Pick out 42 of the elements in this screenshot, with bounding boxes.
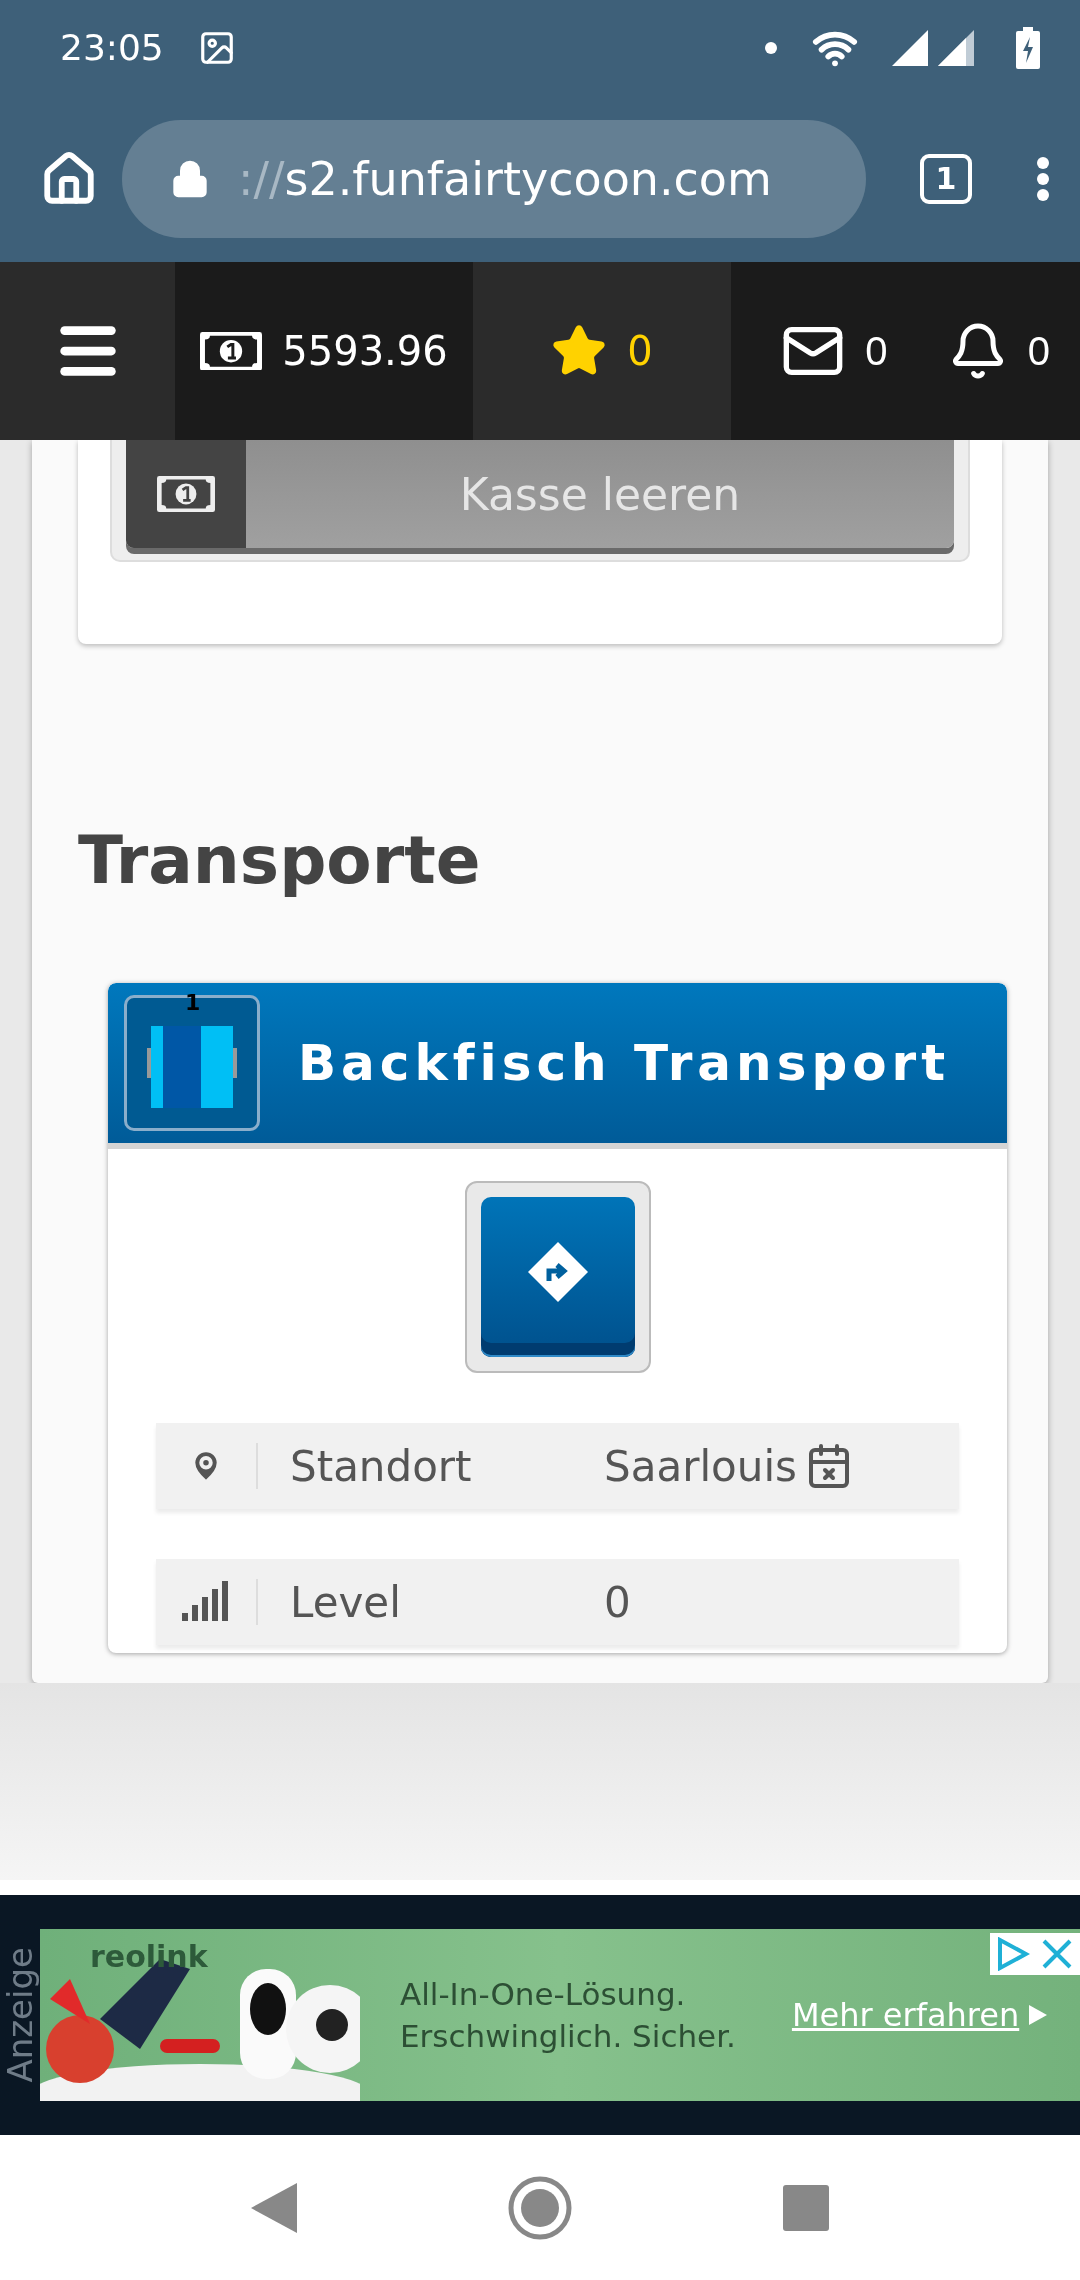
messages-button[interactable]: 0	[781, 319, 888, 383]
menu-button[interactable]	[1036, 155, 1050, 202]
notifications-button[interactable]: 0	[947, 321, 1050, 381]
ad-brand: reolink	[90, 1939, 208, 1974]
count-label: 1	[185, 990, 201, 1015]
lock-icon	[170, 158, 210, 199]
ad-label: Anzeige	[0, 1947, 40, 2083]
close-icon[interactable]	[1040, 1937, 1074, 1971]
banknote-icon	[200, 331, 263, 371]
notifications-count: 0	[1027, 328, 1050, 374]
row-label: Standort	[289, 1441, 473, 1491]
ad-choices-icon[interactable]	[996, 1937, 1030, 1971]
section-title: Transporte	[78, 822, 482, 899]
battery-icon	[1016, 26, 1040, 69]
home-button[interactable]	[507, 2174, 573, 2241]
signal-bars-icon	[182, 1581, 230, 1623]
url-host: s2.funfairtycoon.com	[284, 151, 772, 206]
ad-subline: Erschwinglich. Sicher.	[400, 2018, 736, 2054]
route-button[interactable]	[480, 1197, 635, 1357]
row-value: 0	[604, 1577, 631, 1627]
status-time: 23:05	[60, 27, 164, 68]
banknote-icon	[157, 476, 215, 512]
url-scheme: ://	[238, 151, 285, 206]
row-value: Saarlouis	[604, 1441, 797, 1491]
stars-display[interactable]: 0	[473, 262, 731, 440]
address-bar[interactable]: ://s2.funfairtycoon.com	[122, 119, 866, 238]
route-sign-icon	[526, 1241, 589, 1303]
messages-count: 0	[865, 328, 888, 374]
menu-button[interactable]	[0, 262, 175, 440]
money-amount: 5593.96	[282, 328, 448, 374]
recents-button[interactable]	[783, 2184, 829, 2231]
row-label: Level	[289, 1577, 402, 1627]
money-display[interactable]: 5593.96	[175, 262, 473, 440]
stars-count: 0	[627, 328, 653, 374]
play-arrow-icon	[1029, 2005, 1048, 2025]
ad-headline: All-In-One-Lösung.	[400, 1976, 687, 2012]
tab-count-button[interactable]: 1	[920, 153, 972, 204]
dot-icon	[764, 40, 778, 55]
more-icon	[1036, 155, 1050, 202]
ad-banner[interactable]: reolink All-In-One-Lösung. Erschwinglich. Sicher. Mehr erfahren	[40, 1929, 1080, 2101]
card-title: Backfisch Transport	[298, 1034, 951, 1092]
back-button[interactable]	[251, 2182, 297, 2233]
